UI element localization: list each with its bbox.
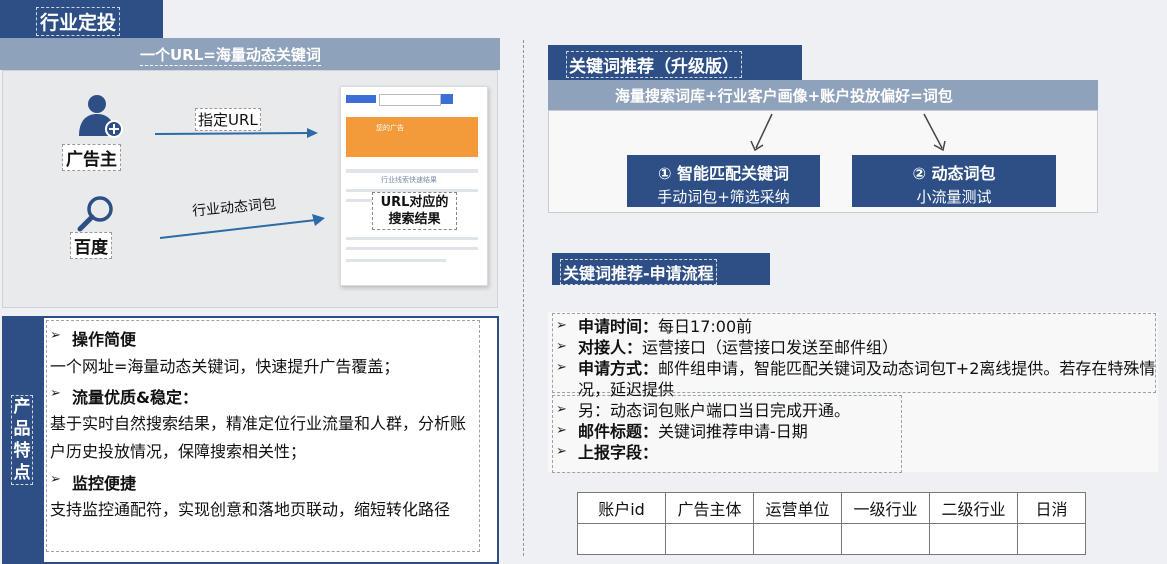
center-divider — [523, 40, 524, 556]
mock-ad-text: 您的广告 — [376, 124, 404, 132]
feature-body: 支持监控通配符，实现创意和落地页联动，缩短转化路径 — [50, 500, 451, 519]
process-bullet: ➢ 另：动态词包账户端口当日完成开通。 — [556, 400, 1156, 421]
process-title: 关键词推荐-申请流程 — [560, 259, 717, 285]
process-bullet-text: 邮件组申请，智能匹配关键词及动态词包T+2离线提供。若存在特殊情况，延迟提供 — [578, 359, 1156, 399]
mock-ad-block: 您的广告 — [346, 117, 478, 157]
smart-match-sub: 手动词包+筛选采纳 — [657, 188, 790, 206]
feature-title: 监控便捷 — [72, 474, 137, 493]
arrow-bullet-icon: ➢ — [556, 402, 567, 417]
feature-item-monitor: ➢ 监控便捷 支持监控通配符，实现创意和落地页联动，缩短转化路径 — [50, 470, 480, 524]
table-header-row: 账户id 广告主体 运营单位 一级行业 二级行业 日消 — [577, 492, 1086, 524]
person-plus-icon — [75, 92, 125, 140]
table-cell[interactable] — [753, 523, 842, 555]
arrow-bullet-icon: ➢ — [556, 423, 567, 438]
table-cell[interactable] — [841, 523, 930, 555]
process-bullet-label: 申请时间： — [578, 317, 659, 336]
process-bullet-label: 上报字段： — [578, 443, 659, 462]
table-header-cell: 一级行业 — [841, 492, 930, 524]
advertiser-label: 广告主 — [62, 144, 121, 171]
mock-search-box — [379, 94, 441, 106]
feature-title: 流量优质&稳定： — [72, 388, 198, 407]
process-bullet: ➢ 上报字段： — [556, 442, 1156, 463]
keyword-recommend-title: 关键词推荐（升级版） — [566, 51, 742, 78]
table-cell[interactable] — [929, 523, 1018, 555]
process-bullet: ➢ 邮件标题：关键词推荐申请-日期 — [556, 421, 1156, 442]
dynamic-pack-sub: 小流量测试 — [916, 188, 992, 206]
process-bullet-label: 邮件标题： — [578, 422, 659, 441]
process-bullet-text: 另：动态词包账户端口当日完成开通。 — [578, 401, 851, 420]
feature-body: 一个网址=海量动态关键词，快速提升广告覆盖； — [50, 357, 400, 376]
process-bullet: ➢ 对接人：运营接口（运营接口发送至邮件组） — [556, 337, 1156, 358]
table-header-cell: 运营单位 — [753, 492, 842, 524]
dynamic-pack-title: ② 动态词包 — [912, 164, 996, 183]
arrow-icon — [748, 112, 778, 154]
arrow-icon — [158, 212, 328, 242]
process-bullet-text: 每日17:00前 — [658, 317, 753, 336]
arrow-bullet-icon: ➢ — [556, 444, 567, 459]
table-cell[interactable] — [1017, 523, 1086, 555]
table-header-cell: 日消 — [1017, 492, 1086, 524]
table-header-cell: 账户id — [577, 492, 666, 524]
arrow-bullet-icon: ➢ — [50, 386, 61, 401]
formula-text: 海量搜索词库+行业客户画像+账户投放偏好=词包 — [615, 87, 953, 105]
magnifier-icon — [76, 194, 118, 232]
arrow-icon — [920, 112, 950, 154]
baidu-label: 百度 — [70, 232, 112, 259]
process-bullets: ➢ 申请时间：每日17:00前 ➢ 对接人：运营接口（运营接口发送至邮件组） ➢… — [556, 316, 1156, 463]
arrow-label-specified-url: 指定URL — [195, 108, 261, 131]
table-header-cell: 二级行业 — [929, 492, 1018, 524]
process-bullet-text: 关键词推荐申请-日期 — [658, 422, 808, 441]
feature-item-easy: ➢ 操作简便 一个网址=海量动态关键词，快速提升广告覆盖； — [50, 326, 480, 380]
smart-match-title: ① 智能匹配关键词 — [657, 164, 790, 183]
process-bullet: ➢ 申请时间：每日17:00前 — [556, 316, 1156, 337]
search-results-mock: 您的广告 行业线索快速结果 — [340, 86, 488, 286]
process-bullet: ➢ 申请方式：邮件组申请，智能匹配关键词及动态词包T+2离线提供。若存在特殊情况… — [556, 358, 1156, 400]
mock-search-button — [441, 94, 453, 104]
dynamic-pack-box: ② 动态词包 小流量测试 — [852, 155, 1056, 207]
table-row — [577, 523, 1086, 555]
smart-match-box: ① 智能匹配关键词 手动词包+筛选采纳 — [627, 155, 820, 207]
section-header-label: 行业定投 — [36, 7, 121, 36]
process-bullet-text: 运营接口（运营接口发送至邮件组） — [642, 338, 899, 357]
process-bullet-label: 申请方式： — [578, 359, 659, 378]
arrow-bullet-icon: ➢ — [556, 360, 567, 375]
table-header-cell: 广告主体 — [665, 492, 754, 524]
process-bullet-label: 对接人： — [578, 338, 643, 357]
arrow-bullet-icon: ➢ — [556, 318, 567, 333]
arrow-bullet-icon: ➢ — [50, 328, 61, 343]
table-cell[interactable] — [665, 523, 754, 555]
feature-title: 操作简便 — [72, 330, 137, 349]
feature-body: 基于实时自然搜索结果，精准定位行业流量和人群，分析账户历史投放情况，保障搜索相关… — [50, 414, 467, 461]
feature-item-quality: ➢ 流量优质&稳定： 基于实时自然搜索结果，精准定位行业流量和人群，分析账户历史… — [50, 384, 480, 466]
arrow-bullet-icon: ➢ — [556, 339, 567, 354]
table-cell[interactable] — [577, 523, 666, 555]
url-results-overlay: URL对应的 搜索结果 — [372, 192, 457, 230]
baidu-logo — [346, 95, 376, 103]
url-keyword-banner-label: 一个URL=海量动态关键词 — [140, 46, 321, 66]
product-features-side-label: 产品特点 — [11, 395, 33, 485]
report-fields-table: 账户id 广告主体 运营单位 一级行业 二级行业 日消 — [577, 492, 1086, 555]
mock-result-heading: 行业线索快速结果 — [381, 176, 437, 184]
arrow-bullet-icon: ➢ — [50, 472, 61, 487]
